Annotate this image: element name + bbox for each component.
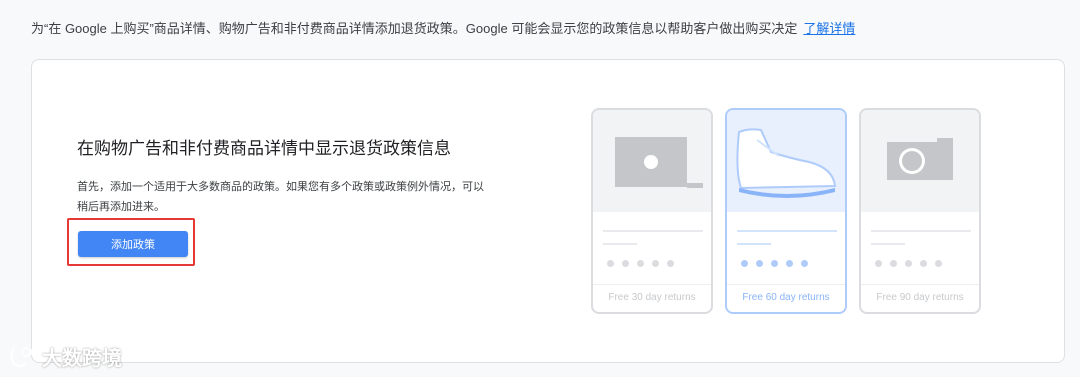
rating-dots	[741, 260, 808, 268]
laptop-icon	[615, 137, 703, 188]
policy-illustration-90: Free 90 day returns	[859, 108, 981, 314]
policy-illustration-30: Free 30 day returns	[591, 108, 713, 314]
banner: 为“在 Google 上购买”商品详情、购物广告和非付费商品详情添加退货政策。G…	[31, 18, 855, 37]
policy-label: Free 90 day returns	[876, 292, 964, 303]
policy-label: Free 60 day returns	[742, 292, 830, 303]
card-description: 首先，添加一个适用于大多数商品的政策。如果您有多个政策或政策例外情况，可以稍后再…	[77, 181, 484, 213]
rating-dots	[875, 260, 942, 268]
placeholder-line	[737, 243, 771, 245]
pc-image-area	[593, 110, 711, 212]
policy-illustration-60: Free 60 day returns	[725, 108, 847, 314]
watermark-logo-icon	[10, 347, 38, 368]
rating-dots	[607, 260, 674, 268]
banner-text: 为“在 Google 上购买”商品详情、购物广告和非付费商品详情添加退货政策。G…	[31, 21, 798, 36]
watermark-text: 大数跨境	[42, 347, 122, 370]
return-policy-card: 在购物广告和非付费商品详情中显示退货政策信息 首先，添加一个适用于大多数商品的政…	[31, 59, 1065, 363]
add-policy-button[interactable]: 添加政策	[78, 231, 188, 257]
divider	[727, 284, 845, 285]
placeholder-line	[871, 243, 905, 245]
camera-icon	[887, 138, 953, 180]
placeholder-line	[871, 230, 971, 232]
divider	[593, 284, 711, 285]
learn-more-link[interactable]: 了解详情	[803, 21, 855, 36]
watermark: 大数跨境	[8, 343, 122, 370]
pc-image-area	[727, 110, 845, 212]
policy-label: Free 30 day returns	[608, 292, 696, 303]
sneaker-icon	[736, 128, 837, 198]
placeholder-line	[603, 243, 637, 245]
placeholder-line	[737, 230, 837, 232]
placeholder-line	[603, 230, 703, 232]
divider	[861, 284, 979, 285]
card-heading: 在购物广告和非付费商品详情中显示退货政策信息	[77, 139, 451, 158]
pc-image-area	[861, 110, 979, 212]
